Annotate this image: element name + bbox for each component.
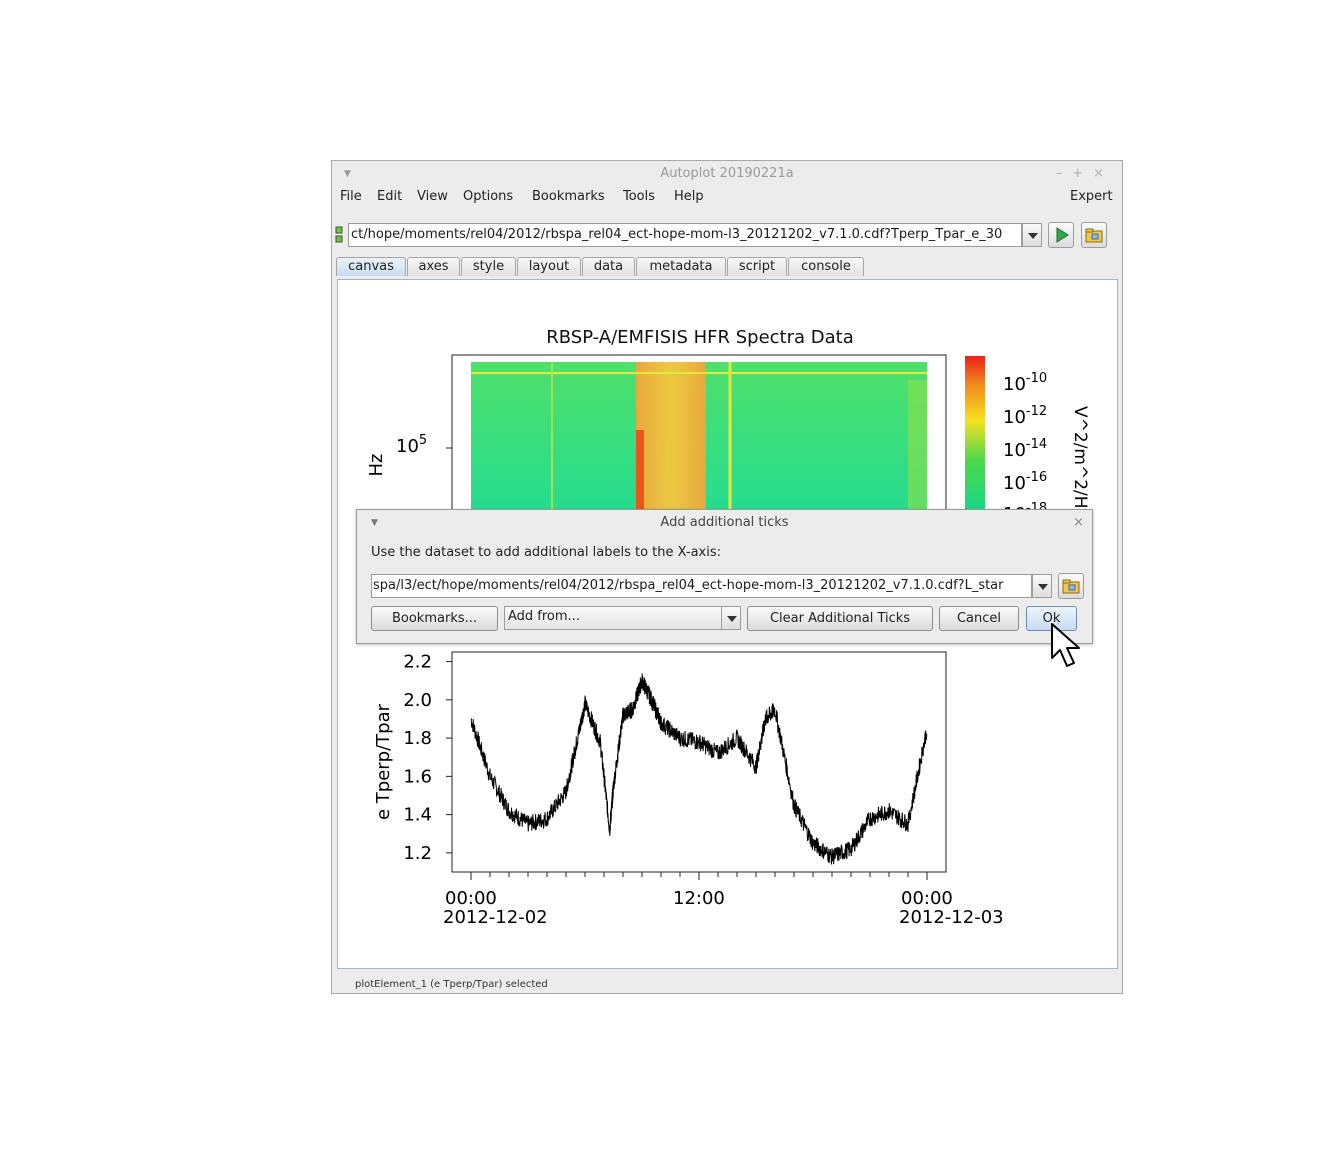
menu-bookmarks[interactable]: Bookmarks (532, 189, 605, 204)
dialog-message: Use the dataset to add additional labels… (371, 545, 722, 560)
menu-bar: File Edit View Options Bookmarks Tools H… (332, 187, 1122, 209)
y-tick-label: 2.2 (403, 652, 432, 673)
add-ticks-dialog: ▼ Add additional ticks × Use the dataset… (356, 509, 1093, 644)
status-bar: plotElement_1 (e Tperp/Tpar) selected (355, 979, 548, 990)
add-from-value: Add from... (508, 609, 580, 624)
tab-axes[interactable]: axes (407, 257, 460, 276)
window-title: Autoplot 20190221a (660, 166, 794, 181)
colorbar (965, 356, 985, 516)
mode-expert[interactable]: Expert (1070, 189, 1113, 204)
colorbar-tick-label: 10-16 (1003, 470, 1047, 494)
dialog-menu-icon[interactable]: ▼ (371, 510, 378, 536)
menu-edit[interactable]: Edit (377, 189, 402, 204)
y-tick-label: 1.2 (403, 843, 432, 864)
dialog-titlebar[interactable]: ▼ Add additional ticks × (357, 510, 1092, 534)
tab-console[interactable]: console (788, 257, 864, 276)
dialog-browse-button[interactable] (1058, 573, 1084, 599)
tab-metadata[interactable]: metadata (636, 257, 726, 276)
dialog-title: Add additional ticks (660, 515, 789, 530)
uri-history-dropdown[interactable] (1022, 223, 1042, 247)
menu-view[interactable]: View (417, 189, 448, 204)
spectrogram-band (636, 362, 706, 512)
colorbar-label: V^2/m^2/Hz (1070, 406, 1090, 518)
dialog-uri-dropdown[interactable] (1032, 574, 1052, 598)
add-from-select[interactable]: Add from... (504, 606, 741, 630)
clear-additional-ticks-button[interactable]: Clear Additional Ticks (747, 606, 933, 631)
bottom-ylabel: e Tperp/Tpar (373, 703, 394, 820)
colorbar-tick-label: 10-14 (1003, 437, 1047, 461)
tab-data[interactable]: data (582, 257, 635, 276)
x-tick-label: 00:00 (901, 888, 953, 909)
play-icon (1056, 227, 1069, 243)
dialog-uri-input[interactable]: spa/l3/ect/hope/moments/rel04/2012/rbspa… (371, 574, 1032, 598)
plot-go-button[interactable] (1048, 222, 1074, 248)
window-controls[interactable]: –+× (1056, 161, 1114, 187)
bookmarks-button[interactable]: Bookmarks... (371, 606, 498, 631)
x-tick-date-label: 2012-12-03 (899, 907, 1004, 928)
mouse-cursor-icon (1051, 623, 1080, 667)
folder-icon (1085, 228, 1103, 243)
menu-options[interactable]: Options (463, 189, 513, 204)
tab-style[interactable]: style (461, 257, 516, 276)
bottom-plot-frame (451, 651, 947, 873)
folder-icon (1062, 579, 1080, 594)
y-tick-label: 2.0 (403, 690, 432, 711)
uri-row: ct/hope/moments/rel04/2012/rbspa_rel04_e… (332, 219, 1122, 253)
colorbar-ticks: 10-10 10-12 10-14 10-16 10-18 (1003, 371, 1047, 525)
y-tick-label: 1.8 (403, 728, 432, 749)
menu-file[interactable]: File (340, 189, 362, 204)
tab-script[interactable]: script (727, 257, 787, 276)
spectrogram-band-edge (636, 430, 644, 512)
tab-layout[interactable]: layout (517, 257, 581, 276)
dialog-close-icon[interactable]: × (1073, 510, 1084, 536)
top-ylabel: Hz (366, 454, 387, 477)
uri-input[interactable]: ct/hope/moments/rel04/2012/rbspa_rel04_e… (348, 223, 1022, 247)
drag-handle-icon[interactable] (335, 225, 345, 245)
x-tick-label: 12:00 (673, 888, 725, 909)
menu-help[interactable]: Help (674, 189, 704, 204)
spectrogram-feature (908, 380, 927, 512)
top-ytick-label: 105 (396, 433, 427, 457)
window-menu-icon[interactable]: ▼ (344, 161, 351, 187)
add-from-dropdown[interactable] (721, 606, 741, 630)
x-tick-date-label: 2012-12-02 (443, 907, 548, 928)
browse-button[interactable] (1081, 222, 1107, 248)
tab-canvas[interactable]: canvas (336, 257, 406, 276)
y-tick-label: 1.6 (403, 766, 432, 787)
top-plot-title: RBSP-A/EMFISIS HFR Spectra Data (546, 327, 853, 348)
colorbar-tick-label: 10-10 (1003, 371, 1047, 395)
menu-tools[interactable]: Tools (623, 189, 655, 204)
window-titlebar[interactable]: ▼ Autoplot 20190221a –+× (332, 161, 1122, 187)
bottom-yticks: 1.2 1.4 1.6 1.8 2.0 2.2 (403, 652, 452, 864)
y-tick-label: 1.4 (403, 805, 432, 826)
bottom-xticks: 00:002012-12-0212:00 00:002012-12-03 (443, 872, 1004, 928)
cancel-button[interactable]: Cancel (939, 606, 1019, 631)
colorbar-tick-label: 10-12 (1003, 404, 1047, 428)
x-tick-label: 00:00 (445, 888, 497, 909)
